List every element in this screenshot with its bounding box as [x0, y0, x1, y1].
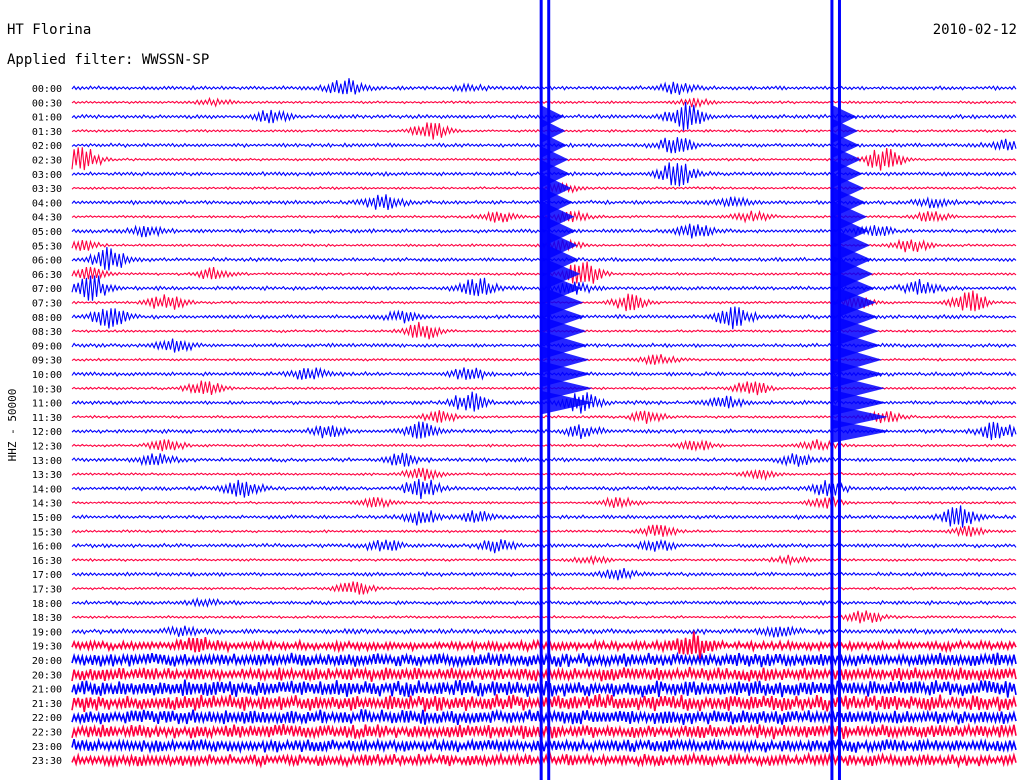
seismic-trace — [71, 737, 1017, 754]
seismic-trace — [71, 666, 1017, 683]
seismic-trace — [71, 751, 1017, 769]
row-time-label: 21:30 — [32, 699, 62, 710]
row-time-label: 07:00 — [32, 284, 62, 295]
row-time-label: 17:30 — [32, 585, 62, 596]
row-time-label: 01:00 — [32, 113, 62, 124]
row-time-label: 02:30 — [32, 156, 62, 167]
station-name: HT Florina — [7, 22, 92, 38]
seismic-trace — [71, 596, 1017, 609]
helicorder-plot: HHZ - 50000 00:00 00:30 01:00 01:30 02:00 02:3… — [6, 0, 1017, 780]
row-time-label: 01:30 — [32, 127, 62, 138]
record-date: 2010-02-12 — [932, 22, 1017, 38]
row-time-label: 14:30 — [32, 499, 62, 510]
row-time-label: 17:00 — [32, 570, 62, 581]
row-time-label: 16:00 — [32, 542, 62, 553]
seismic-trace — [71, 693, 1017, 713]
seismic-trace — [71, 538, 1017, 554]
row-time-label: 12:30 — [32, 442, 62, 453]
row-time-label: 08:00 — [32, 313, 62, 324]
row-time-label: 08:30 — [32, 327, 62, 338]
seismic-trace — [71, 567, 1017, 581]
seismic-trace — [71, 505, 1017, 528]
row-time-label: 04:30 — [32, 213, 62, 224]
row-time-label: 22:00 — [32, 713, 62, 724]
seismic-trace — [71, 496, 1017, 509]
seismic-trace — [71, 467, 1017, 482]
row-time-label: 16:30 — [32, 556, 62, 567]
seismic-trace — [71, 478, 1017, 500]
seismic-trace — [71, 554, 1017, 567]
row-time-label: 05:00 — [32, 227, 62, 238]
row-time-label: 19:00 — [32, 627, 62, 638]
row-time-label: 06:30 — [32, 270, 62, 281]
row-time-label: 22:30 — [32, 728, 62, 739]
row-time-label: 05:30 — [32, 241, 62, 252]
filter-label: Applied filter: WWSSN-SP — [7, 52, 210, 68]
row-time-label: 23:30 — [32, 756, 62, 767]
row-time-label: 13:00 — [32, 456, 62, 467]
row-time-label: 09:30 — [32, 356, 62, 367]
row-time-label: 00:30 — [32, 98, 62, 109]
row-time-label: 04:00 — [32, 198, 62, 209]
row-time-label: 02:00 — [32, 141, 62, 152]
event-coda — [832, 419, 890, 443]
row-time-label: 15:00 — [32, 513, 62, 524]
seismic-trace — [71, 708, 1017, 726]
seismic-trace — [71, 651, 1017, 669]
seismic-trace — [71, 439, 1017, 452]
row-time-label: 15:30 — [32, 527, 62, 538]
row-time-label: 21:00 — [32, 685, 62, 696]
row-time-label: 11:00 — [32, 399, 62, 410]
seismic-trace — [71, 610, 1017, 624]
row-time-label: 18:30 — [32, 613, 62, 624]
row-time-label: 20:00 — [32, 656, 62, 667]
seismic-trace — [71, 78, 1017, 95]
row-time-label: 12:00 — [32, 427, 62, 438]
row-time-label: 19:30 — [32, 642, 62, 653]
row-time-label: 00:00 — [32, 84, 62, 95]
row-time-label: 23:00 — [32, 742, 62, 753]
row-time-label: 10:30 — [32, 384, 62, 395]
row-time-label: 18:00 — [32, 599, 62, 610]
row-time-label: 20:30 — [32, 670, 62, 681]
seismic-trace — [71, 96, 1017, 109]
row-time-label: 09:00 — [32, 341, 62, 352]
row-time-label: 11:30 — [32, 413, 62, 424]
seismic-trace — [71, 524, 1017, 538]
channel-label: HHZ - 50000 — [6, 389, 19, 462]
row-time-label: 14:00 — [32, 484, 62, 495]
row-time-label: 10:00 — [32, 370, 62, 381]
row-time-label: 07:30 — [32, 299, 62, 310]
row-time-label: 03:00 — [32, 170, 62, 181]
seismic-trace — [71, 452, 1017, 467]
row-time-label: 03:30 — [32, 184, 62, 195]
seismic-trace — [71, 625, 1017, 638]
row-time-label: 06:00 — [32, 256, 62, 267]
seismic-trace — [71, 722, 1017, 740]
row-time-label: 13:30 — [32, 470, 62, 481]
seismic-trace — [71, 581, 1017, 595]
seismic-trace — [71, 679, 1017, 698]
